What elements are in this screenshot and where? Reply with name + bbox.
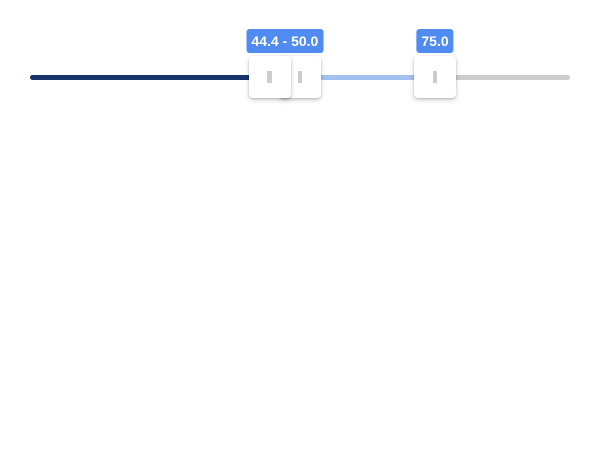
handle-value-tooltip: 75.0 (416, 29, 454, 53)
slider-handle-3[interactable] (414, 56, 456, 98)
range-slider[interactable]: 44.4 - 50.0 75.0 (0, 0, 600, 120)
handle-value-tooltip-merged: 44.4 - 50.0 (246, 29, 324, 53)
slider-track-lower-segment[interactable] (30, 75, 270, 80)
grip-icon (298, 71, 302, 83)
slider-handle-1[interactable] (248, 56, 291, 98)
grip-icon (266, 71, 272, 83)
grip-icon (433, 71, 437, 83)
